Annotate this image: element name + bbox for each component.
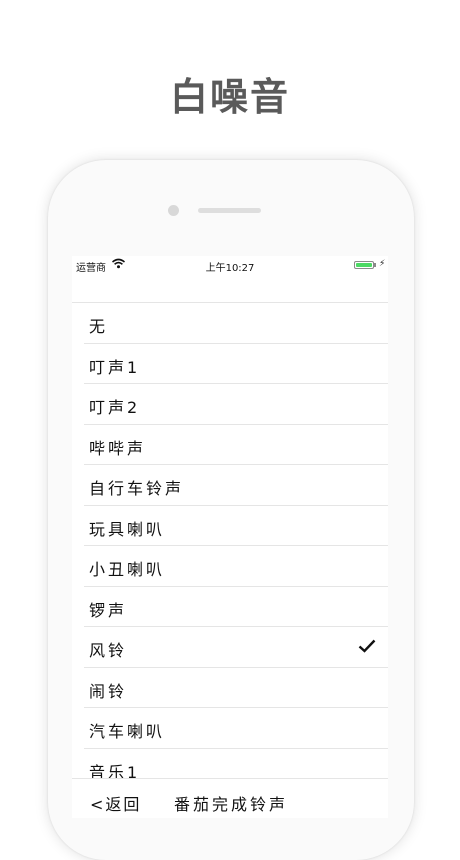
battery-icon	[354, 261, 374, 269]
phone-camera	[168, 205, 179, 216]
status-bar: 运营商 上午10:27 ⚡	[72, 256, 388, 274]
list-item-label: 无	[89, 317, 109, 336]
checkmark-icon	[358, 639, 376, 653]
list-item[interactable]: 自行车铃声	[84, 465, 388, 506]
list-item-label: 哔哔声	[89, 438, 147, 458]
bolt-icon: ⚡	[379, 259, 386, 269]
phone-speaker	[198, 208, 261, 213]
list-item-label: 汽车喇叭	[89, 722, 166, 741]
list-item[interactable]: 小丑喇叭	[84, 546, 388, 587]
list-item[interactable]: 哔哔声	[84, 425, 388, 465]
list-item[interactable]: 锣声	[84, 587, 388, 627]
list-item-label: 小丑喇叭	[89, 560, 166, 579]
ringtone-list: 无叮声1 叮声2 哔哔声 自行车铃声 玩具喇叭 小丑喇叭 锣声 风铃 闹铃 汽车喇叭 音乐1	[84, 303, 388, 789]
list-item[interactable]: 无	[84, 303, 388, 344]
status-time: 上午10:27	[205, 263, 255, 274]
back-button[interactable]: <返回	[90, 791, 141, 815]
list-item-label: 自行车铃声	[89, 479, 185, 498]
list-item-label: 锣声	[89, 600, 128, 620]
battery-level	[356, 263, 372, 267]
list-item-label: 闹铃	[89, 681, 128, 701]
list-item-label: 风铃	[89, 641, 128, 660]
nav-title: 番茄完成铃声	[174, 795, 289, 814]
list-item[interactable]: 闹铃	[84, 668, 388, 708]
list-item-label: 玩具喇叭	[89, 519, 166, 539]
list-item-label: 叮声2	[89, 398, 141, 417]
bottom-nav-bar: <返回 番茄完成铃声	[72, 778, 388, 818]
list-item[interactable]: 汽车喇叭	[84, 708, 388, 749]
list-item[interactable]: 叮声1	[84, 344, 388, 384]
list-item-label: 叮声1	[89, 357, 141, 377]
phone-screen: 运营商 上午10:27 ⚡ 无叮声1 叮声2 哔哔声自行车铃声玩具喇叭小丑喇叭锣声风…	[72, 256, 388, 818]
list-item[interactable]: 风铃	[84, 627, 388, 668]
list-item[interactable]: 叮声2	[84, 384, 388, 425]
promo-title: 白噪音	[169, 75, 290, 119]
battery-tip	[374, 263, 376, 267]
list-item[interactable]: 玩具喇叭	[84, 506, 388, 546]
